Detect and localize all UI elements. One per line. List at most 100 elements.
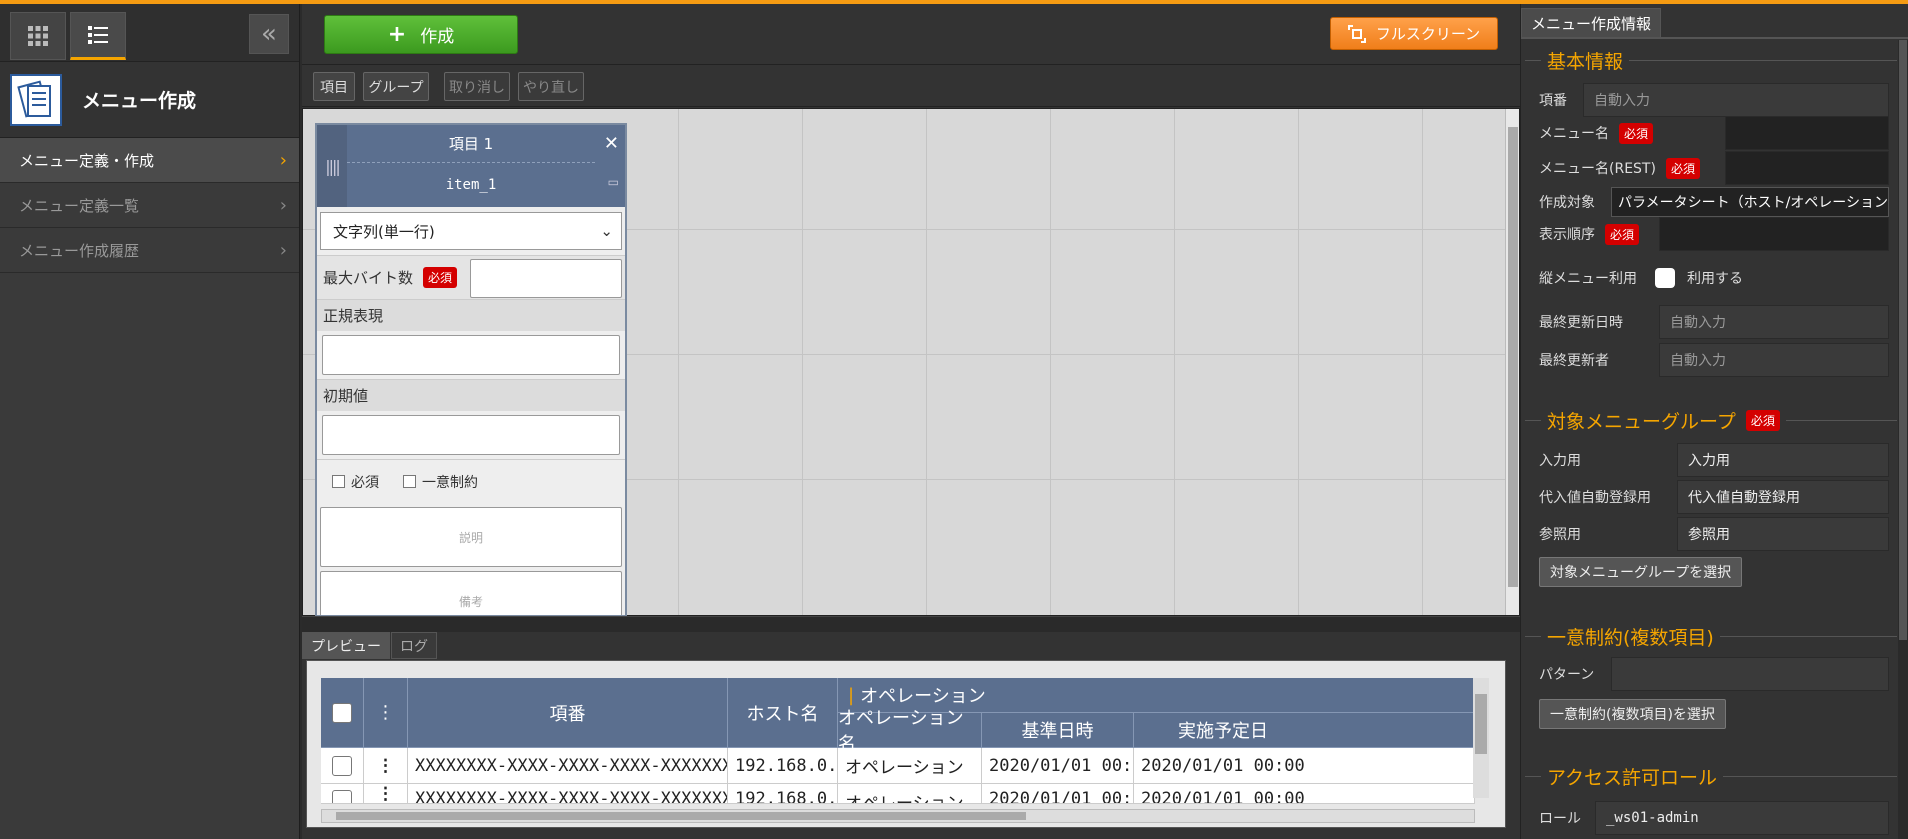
- grid-view-tab[interactable]: [10, 12, 66, 60]
- row-checkbox[interactable]: [332, 790, 352, 803]
- pattern-label: パターン: [1539, 667, 1595, 683]
- edit-icon[interactable]: ▭: [608, 175, 619, 189]
- collapse-sidebar-button[interactable]: «: [249, 14, 289, 54]
- sidebar-item-menu-list[interactable]: メニュー定義一覧 ›: [0, 183, 299, 228]
- add-item-button[interactable]: 項目: [313, 72, 355, 101]
- double-chevron-left-icon: «: [261, 19, 277, 49]
- header-base-date[interactable]: 基準日時: [982, 713, 1134, 748]
- order-label: 表示順序: [1539, 227, 1595, 243]
- item-card[interactable]: |||| 項目 1 ✕ item_1 ▭ 文字列(単一行) ⌄ 最大バイト数 必…: [315, 123, 627, 617]
- row-menu-icon[interactable]: ⋮: [364, 748, 408, 784]
- grid-line: [678, 109, 679, 615]
- menu-name-label: メニュー名: [1539, 126, 1609, 142]
- header-op-name[interactable]: オペレーション名: [838, 708, 982, 755]
- required-checkbox[interactable]: [332, 475, 345, 488]
- grid-line: [1422, 109, 1423, 615]
- chevron-down-icon: ⌄: [600, 222, 613, 240]
- vertical-menu-label: 縦メニュー利用: [1539, 271, 1637, 287]
- menu-name-row: メニュー名 必須: [1539, 116, 1654, 150]
- panel-scrollbar[interactable]: [1898, 40, 1908, 839]
- editor-area: + 作成 フルスクリーン 項目 グループ 取り消し やり直し |||| 項目 1…: [302, 4, 1520, 839]
- description-textarea[interactable]: 説明: [320, 507, 622, 567]
- grid-line: [802, 109, 803, 615]
- menu-canvas[interactable]: |||| 項目 1 ✕ item_1 ▭ 文字列(単一行) ⌄ 最大バイト数 必…: [302, 108, 1520, 617]
- order-input[interactable]: [1659, 217, 1889, 251]
- redo-button[interactable]: やり直し: [518, 72, 584, 101]
- tab-underline: [1521, 37, 1908, 39]
- tab-menu-info[interactable]: メニュー作成情報: [1521, 8, 1662, 38]
- regex-input[interactable]: [322, 335, 620, 375]
- add-group-button[interactable]: グループ: [363, 72, 429, 101]
- drag-handle-icon[interactable]: ||||: [317, 125, 347, 207]
- list-view-tab[interactable]: [70, 12, 126, 60]
- tab-log[interactable]: ログ: [391, 632, 437, 659]
- access-role-legend: アクセス許可ロール: [1541, 763, 1724, 790]
- header-id[interactable]: 項番: [408, 678, 728, 748]
- header-plan-date[interactable]: 実施予定日: [1134, 713, 1475, 748]
- scrollbar-thumb[interactable]: [1899, 40, 1907, 640]
- preview-panel: ⋮ 項番 ホスト名 | オペレーション オペレーション名 基準日時 実施予定日 ⋮…: [306, 660, 1506, 828]
- menu-group-legend-text: 対象メニューグループ: [1547, 411, 1736, 433]
- item-rest-name[interactable]: item_1: [347, 165, 595, 205]
- updated-at-field: 自動入力: [1659, 305, 1889, 339]
- fullscreen-button-label: フルスクリーン: [1375, 25, 1481, 43]
- cell-base-date: 2020/01/01 00:00: [982, 784, 1134, 804]
- updated-by-field: 自動入力: [1659, 343, 1889, 377]
- select-unique-constraint-button[interactable]: 一意制約(複数項目)を選択: [1539, 699, 1726, 729]
- scrollbar-thumb[interactable]: [1475, 694, 1487, 754]
- row-menu-header[interactable]: ⋮: [364, 678, 408, 748]
- preview-vertical-scrollbar[interactable]: [1473, 678, 1489, 798]
- unique-checkbox[interactable]: [403, 475, 416, 488]
- menu-group-section: 対象メニューグループ 必須 入力用 入力用 代入値自動登録用 代入値自動登録用 参…: [1525, 407, 1897, 592]
- create-button-label: 作成: [420, 27, 455, 47]
- fullscreen-button[interactable]: フルスクリーン: [1330, 17, 1498, 50]
- cell-id: XXXXXXXX-XXXX-XXXX-XXXX-XXXXXXXXXXXX: [408, 784, 728, 804]
- grid-line: [1174, 109, 1175, 615]
- item-type-select[interactable]: 文字列(単一行) ⌄: [320, 212, 622, 250]
- updated-at-label: 最終更新日時: [1539, 315, 1623, 331]
- max-bytes-input[interactable]: [470, 259, 622, 298]
- menu-info-panel: メニュー作成情報 基本情報 項番 自動入力 メニュー名 必須 メニュー名(REST…: [1520, 4, 1908, 839]
- canvas-scrollbar[interactable]: [1505, 109, 1519, 615]
- sidebar-item-menu-define[interactable]: メニュー定義・作成 ›: [0, 138, 299, 183]
- vertical-menu-row: 縦メニュー利用 利用する: [1539, 261, 1743, 295]
- default-value-input[interactable]: [322, 415, 620, 455]
- close-icon[interactable]: ✕: [604, 133, 619, 154]
- item-name[interactable]: 項目 1: [347, 125, 595, 163]
- basic-info-legend: 基本情報: [1541, 47, 1630, 74]
- sidebar-item-menu-history[interactable]: メニュー作成履歴 ›: [0, 228, 299, 273]
- panel-splitter[interactable]: [302, 616, 1520, 632]
- required-badge: 必須: [1605, 223, 1640, 245]
- sidebar-item-label: メニュー作成履歴: [19, 241, 140, 260]
- scrollbar-thumb[interactable]: [336, 812, 1026, 820]
- vertical-menu-checkbox[interactable]: [1655, 268, 1675, 288]
- scrollbar-thumb[interactable]: [1508, 127, 1518, 587]
- note-textarea[interactable]: 備考: [320, 571, 622, 615]
- updated-by-label: 最終更新者: [1539, 353, 1609, 369]
- menu-name-rest-input[interactable]: [1725, 151, 1889, 185]
- group-subst-field: 代入値自動登録用: [1677, 480, 1889, 514]
- grid-line: [1050, 109, 1051, 615]
- main-toolbar: + 作成 フルスクリーン: [302, 4, 1520, 65]
- preview-horizontal-scrollbar[interactable]: [321, 809, 1475, 823]
- row-menu-icon[interactable]: ⋮: [364, 784, 408, 804]
- list-icon: [88, 26, 108, 44]
- tab-preview[interactable]: プレビュー: [302, 632, 390, 659]
- menu-name-input[interactable]: [1725, 116, 1889, 150]
- create-button[interactable]: + 作成: [324, 15, 518, 54]
- row-select-cell: [321, 748, 364, 784]
- preview-tabs: プレビュー ログ: [302, 632, 438, 659]
- header-host[interactable]: ホスト名: [728, 678, 838, 748]
- cell-op-name: オペレーション: [838, 784, 982, 804]
- menu-create-logo-icon: [10, 73, 62, 126]
- row-checkbox[interactable]: [332, 755, 352, 776]
- required-badge: 必須: [1665, 157, 1700, 179]
- target-select[interactable]: パラメータシート（ホスト/オペレーションあり）: [1611, 187, 1889, 217]
- cell-host: 192.168.0.1: [728, 784, 838, 804]
- target-select-value: パラメータシート（ホスト/オペレーションあり）: [1618, 195, 1889, 211]
- select-menu-group-button[interactable]: 対象メニューグループを選択: [1539, 557, 1743, 587]
- menu-name-rest-label: メニュー名(REST): [1539, 161, 1656, 177]
- undo-button[interactable]: 取り消し: [444, 72, 510, 101]
- chevron-right-icon: ›: [279, 149, 287, 171]
- select-all-checkbox[interactable]: [332, 702, 352, 723]
